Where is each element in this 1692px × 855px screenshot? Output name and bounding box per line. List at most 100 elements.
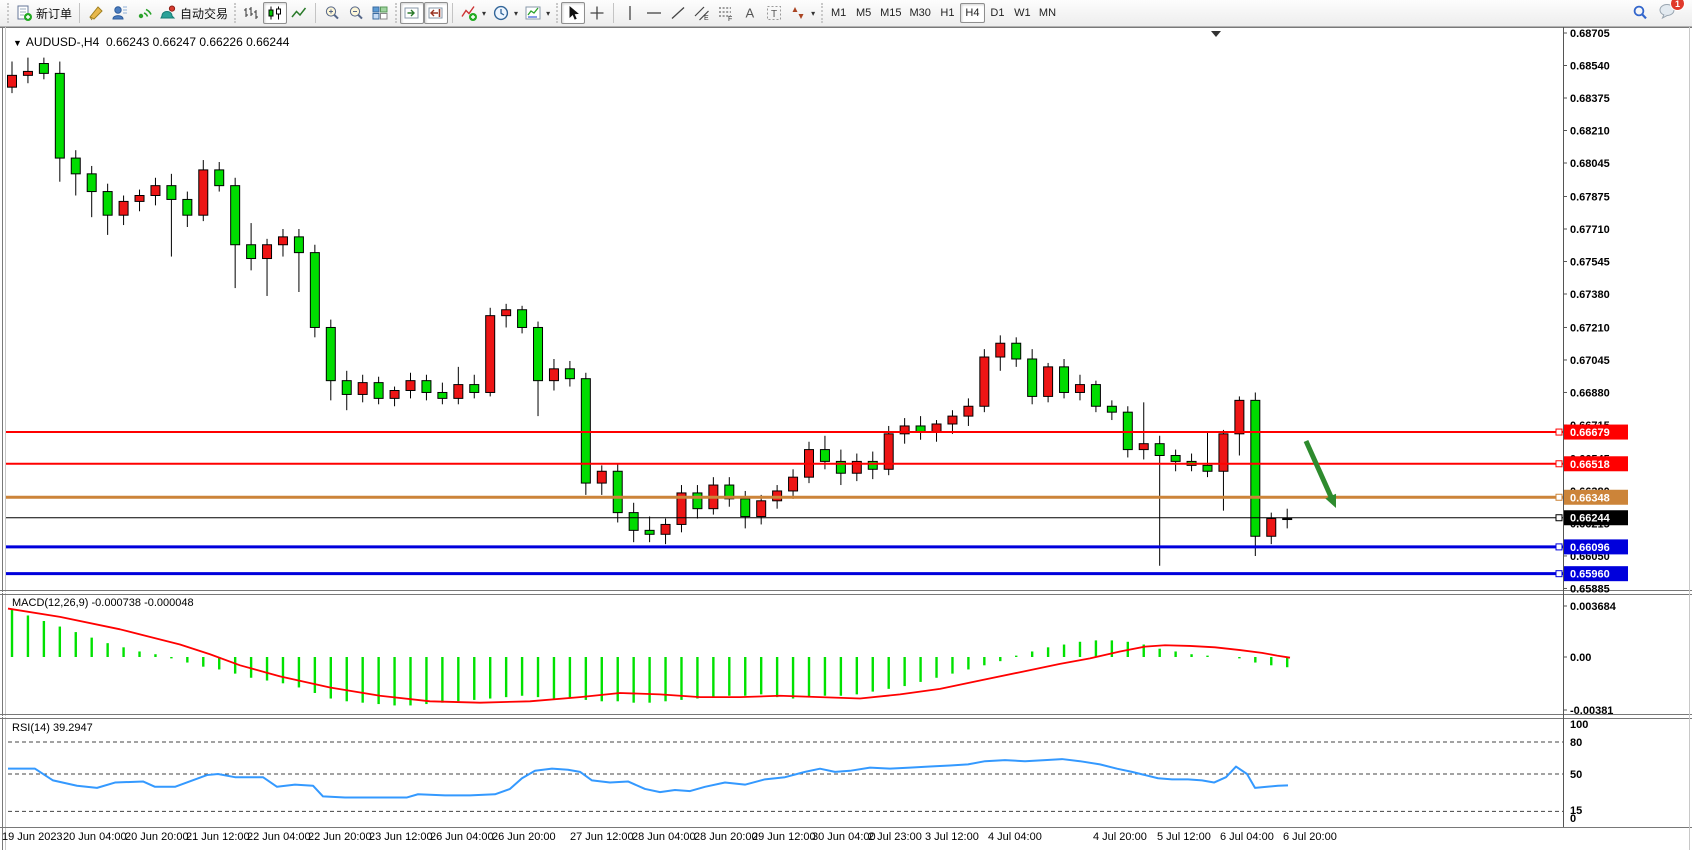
- toolbar-right: 1: [1628, 1, 1688, 25]
- new-order-button[interactable]: 新订单: [12, 2, 75, 24]
- zoom-in-icon: [323, 4, 341, 22]
- svg-text:2 Jul 23:00: 2 Jul 23:00: [868, 831, 922, 843]
- chart-shift-button[interactable]: [424, 2, 448, 24]
- toolbar-drag-handle: [395, 3, 397, 23]
- main-toolbar: 新订单 自动交易 ▾ ▾: [0, 0, 1692, 27]
- svg-text:0: 0: [1570, 813, 1576, 825]
- arrows-icon: [789, 4, 807, 22]
- svg-text:28 Jun 04:00: 28 Jun 04:00: [632, 831, 696, 843]
- period-button-h4[interactable]: H4: [960, 3, 985, 23]
- svg-text:0.67875: 0.67875: [1570, 191, 1610, 203]
- trendline-icon: [669, 4, 687, 22]
- svg-text:3 Jul 12:00: 3 Jul 12:00: [925, 831, 979, 843]
- auto-trading-icon: [159, 4, 177, 22]
- svg-text:23 Jun 12:00: 23 Jun 12:00: [369, 831, 433, 843]
- svg-text:0.67545: 0.67545: [1570, 256, 1610, 268]
- tile-windows-icon: [371, 4, 389, 22]
- text-label-button[interactable]: T: [762, 2, 786, 24]
- text-label-icon: T: [765, 4, 783, 22]
- bar-chart-icon: [242, 4, 260, 22]
- fibonacci-button[interactable]: F: [714, 2, 738, 24]
- period-button-m15[interactable]: M15: [876, 3, 905, 23]
- chat-button[interactable]: 1: [1658, 1, 1678, 25]
- new-order-icon: [15, 4, 33, 22]
- vertical-line-button[interactable]: [618, 2, 642, 24]
- svg-text:-0.00381: -0.00381: [1570, 705, 1613, 717]
- svg-text:0.66096: 0.66096: [1570, 542, 1610, 554]
- toolbar-drag-handle: [821, 3, 823, 23]
- svg-text:0.66348: 0.66348: [1570, 492, 1610, 504]
- toolbar-separator: [613, 3, 614, 23]
- equidistant-channel-button[interactable]: E: [690, 2, 714, 24]
- chevron-down-icon: ▾: [546, 9, 550, 18]
- arrows-button[interactable]: ▾: [786, 2, 818, 24]
- svg-text:0.66880: 0.66880: [1570, 387, 1610, 399]
- svg-text:30 Jun 04:00: 30 Jun 04:00: [812, 831, 876, 843]
- period-button-h1[interactable]: H1: [935, 3, 960, 23]
- period-button-m1[interactable]: M1: [826, 3, 851, 23]
- horizontal-line-button[interactable]: [642, 2, 666, 24]
- timeframes-button[interactable]: ▾: [489, 2, 521, 24]
- text-button[interactable]: A: [738, 2, 762, 24]
- tile-windows-button[interactable]: [368, 2, 392, 24]
- candlestick-chart-icon: [266, 4, 284, 22]
- svg-text:21 Jun 12:00: 21 Jun 12:00: [186, 831, 250, 843]
- bar-chart-button[interactable]: [239, 2, 263, 24]
- svg-text:0.66679: 0.66679: [1570, 427, 1610, 439]
- auto-trading-button[interactable]: 自动交易: [156, 2, 231, 24]
- line-chart-icon: [290, 4, 308, 22]
- cursor-button[interactable]: [561, 2, 585, 24]
- chevron-down-icon: ▾: [514, 9, 518, 18]
- svg-text:19 Jun 2023: 19 Jun 2023: [2, 831, 63, 843]
- svg-text:0.68705: 0.68705: [1570, 28, 1610, 40]
- svg-text:0.66244: 0.66244: [1570, 513, 1611, 525]
- new-order-label: 新订单: [36, 5, 72, 22]
- search-button[interactable]: [1628, 2, 1652, 24]
- signals-button[interactable]: [132, 2, 156, 24]
- period-button-w1[interactable]: W1: [1010, 3, 1035, 23]
- indicators-button[interactable]: ▾: [457, 2, 489, 24]
- svg-text:100: 100: [1570, 719, 1588, 731]
- svg-text:0.68540: 0.68540: [1570, 61, 1610, 73]
- auto-scroll-button[interactable]: [400, 2, 424, 24]
- period-button-d1[interactable]: D1: [985, 3, 1010, 23]
- zoom-in-button[interactable]: [320, 2, 344, 24]
- svg-text:27 Jun 12:00: 27 Jun 12:00: [570, 831, 634, 843]
- horn-icon: [87, 4, 105, 22]
- news-button[interactable]: [84, 2, 108, 24]
- chart-shift-icon: [427, 4, 445, 22]
- zoom-out-button[interactable]: [344, 2, 368, 24]
- period-button-m5[interactable]: M5: [851, 3, 876, 23]
- crosshair-button[interactable]: [585, 2, 609, 24]
- svg-text:0.67380: 0.67380: [1570, 289, 1610, 301]
- chart-canvas[interactable]: 0.687050.685400.683750.682100.680450.678…: [0, 27, 1692, 850]
- clock-icon: [492, 4, 510, 22]
- templates-button[interactable]: ▾: [521, 2, 553, 24]
- svg-text:0.67210: 0.67210: [1570, 322, 1610, 334]
- candlestick-chart-button[interactable]: [263, 2, 287, 24]
- line-chart-button[interactable]: [287, 2, 311, 24]
- template-icon: [524, 4, 542, 22]
- chevron-down-icon: ▾: [811, 9, 815, 18]
- toolbar-drag-handle: [234, 3, 236, 23]
- svg-text:20 Jun 04:00: 20 Jun 04:00: [63, 831, 127, 843]
- channel-icon: E: [693, 4, 711, 22]
- svg-text:4 Jul 04:00: 4 Jul 04:00: [988, 831, 1042, 843]
- svg-text:E: E: [704, 15, 709, 22]
- accounts-button[interactable]: [108, 2, 132, 24]
- trendline-button[interactable]: [666, 2, 690, 24]
- zoom-out-icon: [347, 4, 365, 22]
- svg-text:0.67710: 0.67710: [1570, 224, 1610, 236]
- svg-text:0.68375: 0.68375: [1570, 93, 1610, 105]
- indicators-icon: [460, 4, 478, 22]
- search-icon: [1631, 4, 1649, 22]
- period-toolbar: M1M5M15M30H1H4D1W1MN: [826, 3, 1060, 23]
- period-button-mn[interactable]: MN: [1035, 3, 1060, 23]
- cursor-icon: [564, 4, 582, 22]
- svg-text:6 Jul 20:00: 6 Jul 20:00: [1283, 831, 1337, 843]
- chevron-down-icon: ▾: [482, 9, 486, 18]
- time-axis: 19 Jun 202320 Jun 04:0020 Jun 20:0021 Ju…: [2, 831, 1337, 843]
- period-button-m30[interactable]: M30: [906, 3, 935, 23]
- svg-text:0.68210: 0.68210: [1570, 126, 1610, 138]
- crosshair-icon: [588, 4, 606, 22]
